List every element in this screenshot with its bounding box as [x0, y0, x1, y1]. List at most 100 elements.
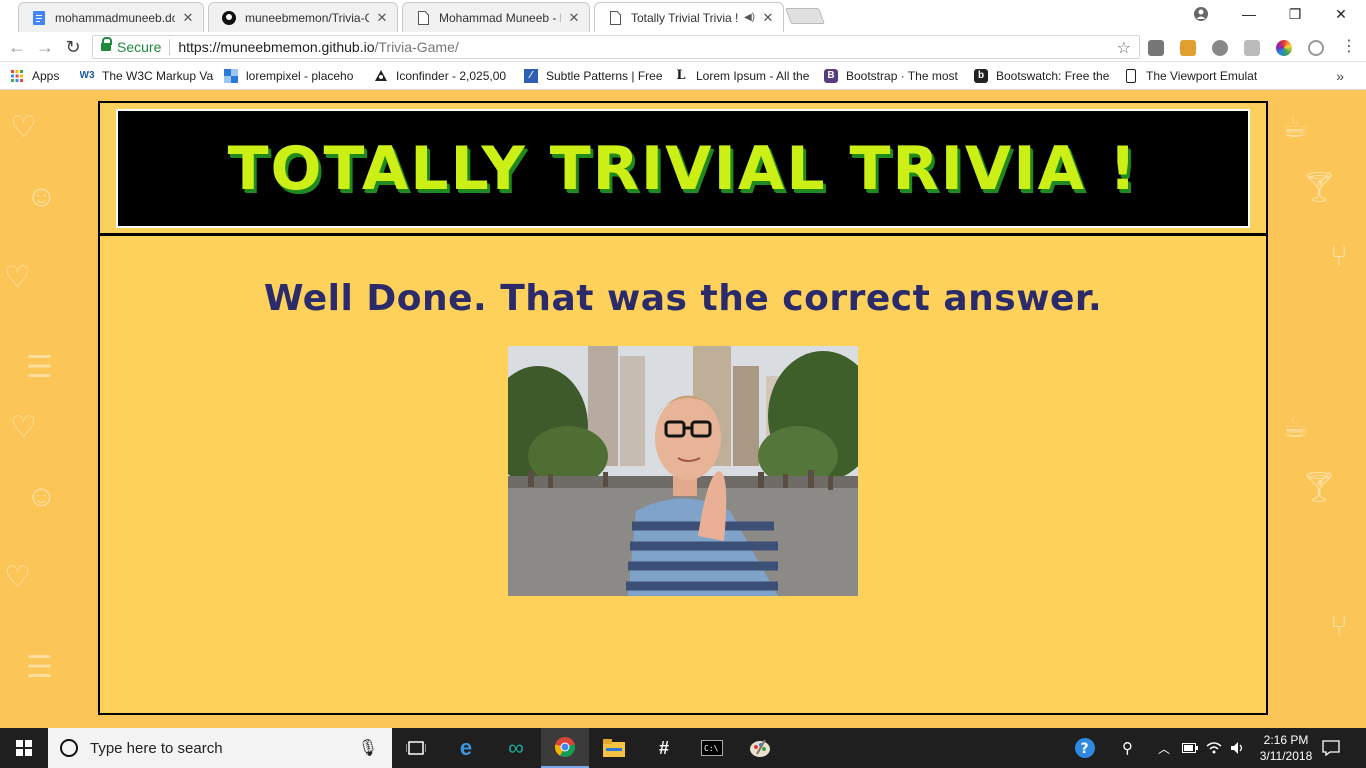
- bookmark-item[interactable]: ⁄ Subtle Patterns | Free: [524, 68, 664, 83]
- menu-dots-icon[interactable]: ⋮: [1338, 36, 1360, 58]
- cocktail-doodle-icon: 🍸︎: [1300, 471, 1339, 504]
- teapot-doodle-icon: ☕: [1282, 411, 1309, 444]
- secure-label: Secure: [117, 39, 162, 55]
- lock-icon: [101, 37, 112, 52]
- title-box: TOTALLY TRIVIAL TRIVIA !: [116, 109, 1250, 228]
- heart-doodle-icon: ♡: [10, 111, 37, 144]
- close-icon[interactable]: ✕: [375, 10, 389, 25]
- bookmark-item[interactable]: lorempixel - placeho: [224, 68, 364, 83]
- bookmark-item[interactable]: B Bootstrap · The most: [824, 68, 964, 83]
- notification-center-icon[interactable]: [1322, 728, 1340, 768]
- cortana-icon: [60, 739, 78, 757]
- bookmark-item[interactable]: b Bootswatch: Free the: [974, 68, 1114, 83]
- browser-tab-strip: mohammadmuneeb.doc ✕ muneebmemon/Trivia-…: [0, 0, 1366, 32]
- close-icon[interactable]: ✕: [761, 10, 775, 25]
- taskbar-search-box[interactable]: Type here to search 🎙︎: [48, 728, 392, 768]
- address-bar[interactable]: Secure https://muneebmemon.github.io /Tr…: [92, 35, 1140, 59]
- close-icon[interactable]: ✕: [567, 10, 581, 25]
- iconfinder-icon: [374, 69, 388, 83]
- battery-icon[interactable]: [1182, 728, 1198, 768]
- forward-arrow-icon[interactable]: →: [34, 36, 56, 58]
- chevron-up-icon[interactable]: ︿: [1158, 728, 1170, 768]
- bootswatch-icon: b: [974, 68, 988, 83]
- drive-extension-icon[interactable]: [1244, 40, 1260, 56]
- chrome-icon[interactable]: [541, 728, 589, 768]
- smiley-doodle-icon: ☺: [26, 480, 57, 513]
- extension-icon[interactable]: [1308, 40, 1324, 56]
- edge-browser-icon[interactable]: e: [442, 728, 490, 768]
- svg-text:C:\: C:\: [704, 744, 719, 753]
- restore-button[interactable]: ❐: [1272, 0, 1318, 28]
- document-icon: [415, 10, 431, 26]
- heart-doodle-icon: ♡: [10, 411, 37, 444]
- teapot-doodle-icon: ☕: [1282, 111, 1309, 144]
- minimize-button[interactable]: —: [1226, 0, 1272, 28]
- close-window-button[interactable]: ✕: [1318, 0, 1364, 28]
- lorempixel-icon: [224, 68, 238, 83]
- new-tab-button[interactable]: [785, 8, 825, 24]
- color-picker-extension-icon[interactable]: [1276, 40, 1292, 56]
- command-prompt-icon[interactable]: C:\: [688, 728, 736, 768]
- fork-doodle-icon: ⑂: [1330, 610, 1348, 643]
- help-icon[interactable]: ?: [1074, 728, 1096, 768]
- browser-tab[interactable]: Mohammad Muneeb - P ✕: [402, 2, 590, 32]
- url-host: https://muneebmemon.github.io: [178, 39, 375, 55]
- more-bookmarks-icon[interactable]: »: [1336, 68, 1344, 84]
- tab-title: muneebmemon/Trivia-Ga: [245, 10, 369, 25]
- volume-icon[interactable]: [1230, 728, 1246, 768]
- header: TOTALLY TRIVIAL TRIVIA !: [100, 103, 1266, 236]
- game-container: TOTALLY TRIVIAL TRIVIA ! Well Done. That…: [98, 101, 1268, 715]
- bookmark-item[interactable]: The Viewport Emulat: [1124, 68, 1264, 83]
- subtle-patterns-icon: ⁄: [524, 68, 538, 83]
- browser-tab[interactable]: mohammadmuneeb.doc ✕: [18, 2, 204, 32]
- people-icon[interactable]: ⚲: [1122, 728, 1133, 768]
- reload-icon[interactable]: ↻: [62, 36, 84, 58]
- heart-doodle-icon: ♡: [4, 561, 31, 594]
- camera-extension-icon[interactable]: [1148, 40, 1164, 56]
- ruler-extension-icon[interactable]: [1180, 40, 1196, 56]
- bookmarks-bar: Apps W3 The W3C Markup Val lorempixel - …: [0, 62, 1366, 90]
- close-icon[interactable]: ✕: [181, 10, 195, 25]
- windows-start-button[interactable]: [0, 728, 48, 768]
- speaker-icon[interactable]: ◀): [744, 12, 755, 23]
- github-icon: [221, 10, 237, 26]
- w3c-icon: W3: [80, 70, 95, 81]
- back-arrow-icon[interactable]: ←: [6, 36, 28, 58]
- bookmark-star-icon[interactable]: ☆: [1117, 38, 1131, 58]
- profile-icon[interactable]: [1178, 0, 1224, 28]
- task-view-icon[interactable]: [392, 728, 440, 768]
- sandwich-doodle-icon: ☰: [26, 351, 53, 384]
- bookmark-item[interactable]: L Lorem Ipsum - All the: [674, 69, 814, 83]
- clock-time: 2:16 PM: [1263, 733, 1309, 747]
- google-docs-icon: [31, 10, 47, 26]
- bookmark-item[interactable]: W3 The W3C Markup Val: [80, 69, 214, 83]
- paint-icon[interactable]: [736, 728, 784, 768]
- bootstrap-icon: B: [824, 68, 838, 83]
- clock-date: 3/11/2018: [1259, 749, 1313, 763]
- cocktail-doodle-icon: 🍸︎: [1300, 171, 1339, 204]
- viewport-icon: [1124, 68, 1138, 83]
- slack-icon[interactable]: #: [640, 728, 688, 768]
- bug-extension-icon[interactable]: [1212, 40, 1228, 56]
- tab-title: mohammadmuneeb.doc: [55, 10, 175, 25]
- browser-tab[interactable]: muneebmemon/Trivia-Ga ✕: [208, 2, 398, 32]
- taskbar-clock[interactable]: 2:16 PM 3/11/2018: [1256, 732, 1316, 764]
- game-title: TOTALLY TRIVIAL TRIVIA !: [227, 133, 1139, 204]
- microphone-icon[interactable]: 🎙︎: [358, 738, 378, 758]
- browser-tab-active[interactable]: Totally Trivial Trivia ! ◀) ✕: [594, 2, 784, 32]
- bookmark-item[interactable]: Apps: [10, 69, 70, 83]
- page-background: ♡ ☺ ♡ ☰ ♡ ☺ ♡ ☰ ☕ 🍸︎ ⑂ ☕ 🍸︎ ⑂ TOTALLY TR…: [0, 90, 1366, 728]
- fork-doodle-icon: ⑂: [1330, 240, 1348, 273]
- svg-text:?: ?: [1081, 741, 1089, 757]
- windows-taskbar: Type here to search 🎙︎ e ∞ # C:\ ? ⚲ ︿ 2…: [0, 728, 1366, 768]
- search-placeholder: Type here to search: [90, 739, 223, 757]
- tab-title: Totally Trivial Trivia !: [631, 10, 739, 25]
- arduino-icon[interactable]: ∞: [492, 728, 540, 768]
- divider: [169, 39, 171, 55]
- bookmark-item[interactable]: Iconfinder - 2,025,00: [374, 69, 514, 83]
- smiley-doodle-icon: ☺: [26, 180, 57, 213]
- wifi-icon[interactable]: [1206, 728, 1222, 768]
- celebration-gif: [508, 346, 858, 596]
- document-icon: [607, 10, 623, 26]
- file-explorer-icon[interactable]: [590, 728, 638, 768]
